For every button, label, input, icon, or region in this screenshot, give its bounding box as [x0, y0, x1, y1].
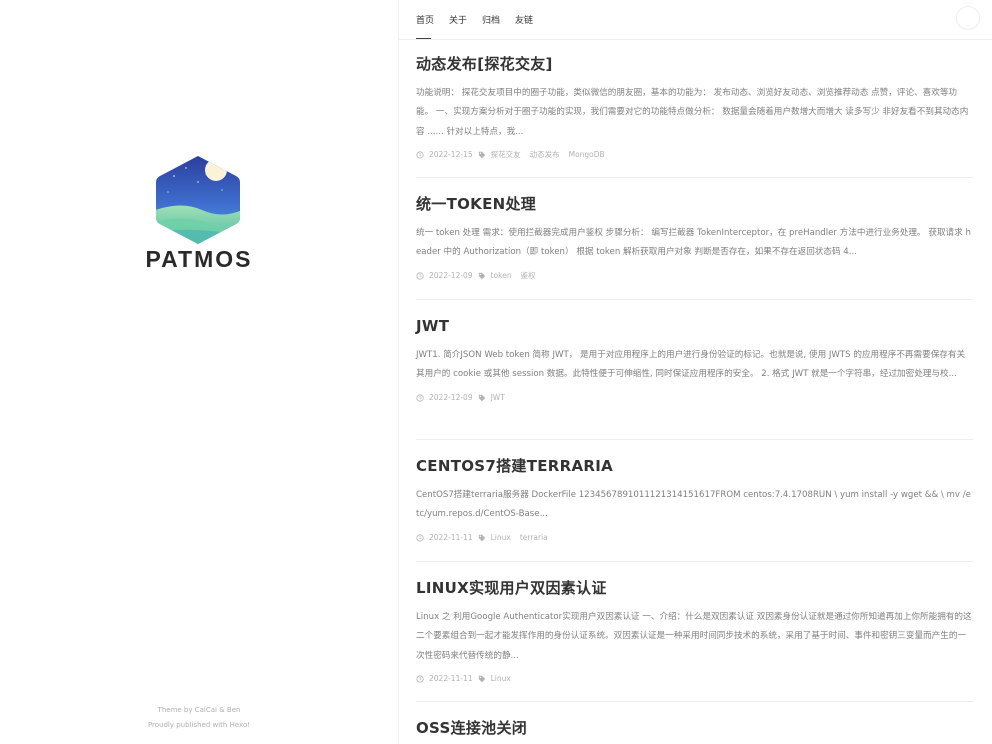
- post-excerpt: 统一 token 处理 需求：使用拦截器完成用户鉴权 步骤分析： 编写拦截器 T…: [416, 228, 971, 258]
- post-tag[interactable]: MongoDB: [569, 150, 605, 159]
- hexo-link[interactable]: Hexo!: [230, 721, 250, 729]
- menu-circle-icon[interactable]: [956, 6, 980, 30]
- theme-credit-prefix: Theme by: [157, 706, 195, 714]
- post-title[interactable]: JWT: [416, 316, 973, 336]
- post-tag[interactable]: token: [491, 271, 512, 280]
- post-title[interactable]: CENTOS7搭建TERRARIA: [416, 456, 973, 476]
- post-meta: 2022-11-11 Linux: [416, 673, 973, 685]
- post-excerpt: CentOS7搭建terraria服务器 DockerFile 12345678…: [416, 490, 971, 520]
- post-date: 2022-12-15: [429, 150, 473, 160]
- post-item: 动态发布[探花交友] 功能说明： 探花交友项目中的圈子功能，类似微信的朋友圈，基…: [416, 54, 973, 178]
- sidebar-footer: Theme by CaiCai & Ben Proudly published …: [0, 703, 398, 733]
- post-date: 2022-11-11: [429, 674, 473, 684]
- powered-by-prefix: Proudly published with: [147, 721, 230, 729]
- post-tag[interactable]: 探花交友: [491, 149, 521, 160]
- nav-item-links[interactable]: 友链: [515, 13, 533, 38]
- post-item: CENTOS7搭建TERRARIA CentOS7搭建terraria服务器 D…: [416, 456, 973, 562]
- post-date: 2022-12-09: [429, 393, 473, 403]
- tag-icon: [478, 534, 485, 541]
- post-title[interactable]: 动态发布[探花交友]: [416, 54, 973, 74]
- clock-icon: [416, 393, 424, 402]
- post-title[interactable]: OSS连接池关闭: [416, 718, 973, 738]
- hexagon-night-landscape-logo-icon: [156, 156, 240, 244]
- clock-icon: [416, 675, 424, 683]
- post-tag[interactable]: Linux: [491, 533, 511, 542]
- post-tag[interactable]: 鉴权: [521, 270, 536, 281]
- post-excerpt: JWT1. 简介JSON Web token 简称 JWT， 是用于对应用程序上…: [416, 350, 966, 380]
- post-meta: 2022-12-09 JWT: [416, 392, 973, 404]
- post-item: 统一TOKEN处理 统一 token 处理 需求：使用拦截器完成用户鉴权 步骤分…: [416, 194, 973, 300]
- powered-by: Proudly published with Hexo!: [0, 718, 398, 733]
- brand-name: PATMOS: [145, 246, 253, 272]
- nav-item-home[interactable]: 首页: [416, 13, 434, 39]
- post-excerpt: 功能说明： 探花交友项目中的圈子功能，类似微信的朋友圈，基本的功能为： 发布动态…: [416, 88, 969, 137]
- post-tag[interactable]: 动态发布: [530, 149, 560, 160]
- theme-author-link-caicai[interactable]: CaiCai: [195, 706, 217, 714]
- nav-item-archive[interactable]: 归档: [482, 13, 500, 38]
- tag-icon: [478, 272, 485, 279]
- post-date: 2022-11-11: [429, 533, 473, 543]
- post-meta: 2022-11-11 Linux terraria: [416, 532, 973, 544]
- theme-author-link-ben[interactable]: Ben: [227, 706, 241, 714]
- tag-icon: [478, 151, 485, 159]
- theme-credit-amp: &: [216, 706, 227, 714]
- post-meta: 2022-12-15 探花交友 动态发布 MongoDB: [416, 149, 973, 161]
- sidebar: PATMOS Theme by CaiCai & Ben Proudly pub…: [0, 0, 398, 744]
- page: PATMOS Theme by CaiCai & Ben Proudly pub…: [0, 0, 992, 744]
- tag-icon: [478, 675, 485, 683]
- site-logo[interactable]: [150, 152, 246, 248]
- post-tag[interactable]: JWT: [491, 393, 505, 402]
- post-item: JWT JWT1. 简介JSON Web token 简称 JWT， 是用于对应…: [416, 316, 973, 440]
- post-tag[interactable]: terraria: [520, 533, 548, 542]
- post-tag[interactable]: Linux: [491, 674, 511, 683]
- nav-item-about[interactable]: 关于: [449, 13, 467, 38]
- post-excerpt: Linux 之 利用Google Authenticator实现用户双因素认证 …: [416, 612, 972, 661]
- post-meta: 2022-12-09 token 鉴权: [416, 270, 973, 282]
- theme-credit: Theme by CaiCai & Ben: [0, 703, 398, 718]
- clock-icon: [416, 151, 424, 159]
- post-item: LINUX实现用户双因素认证 Linux 之 利用Google Authenti…: [416, 578, 973, 702]
- main-content: 首页 关于 归档 友链 动态发布[探花交友] 功能说明： 探花交友项目中的圈子功…: [399, 0, 992, 744]
- clock-icon: [416, 271, 424, 280]
- nav-list: 首页 关于 归档 友链: [416, 13, 533, 39]
- top-navigation: 首页 关于 归档 友链: [399, 0, 992, 40]
- tag-icon: [478, 394, 485, 401]
- post-title[interactable]: LINUX实现用户双因素认证: [416, 578, 973, 598]
- clock-icon: [416, 533, 424, 542]
- post-title[interactable]: 统一TOKEN处理: [416, 194, 973, 214]
- post-item: OSS连接池关闭: [416, 718, 973, 744]
- post-date: 2022-12-09: [429, 271, 473, 281]
